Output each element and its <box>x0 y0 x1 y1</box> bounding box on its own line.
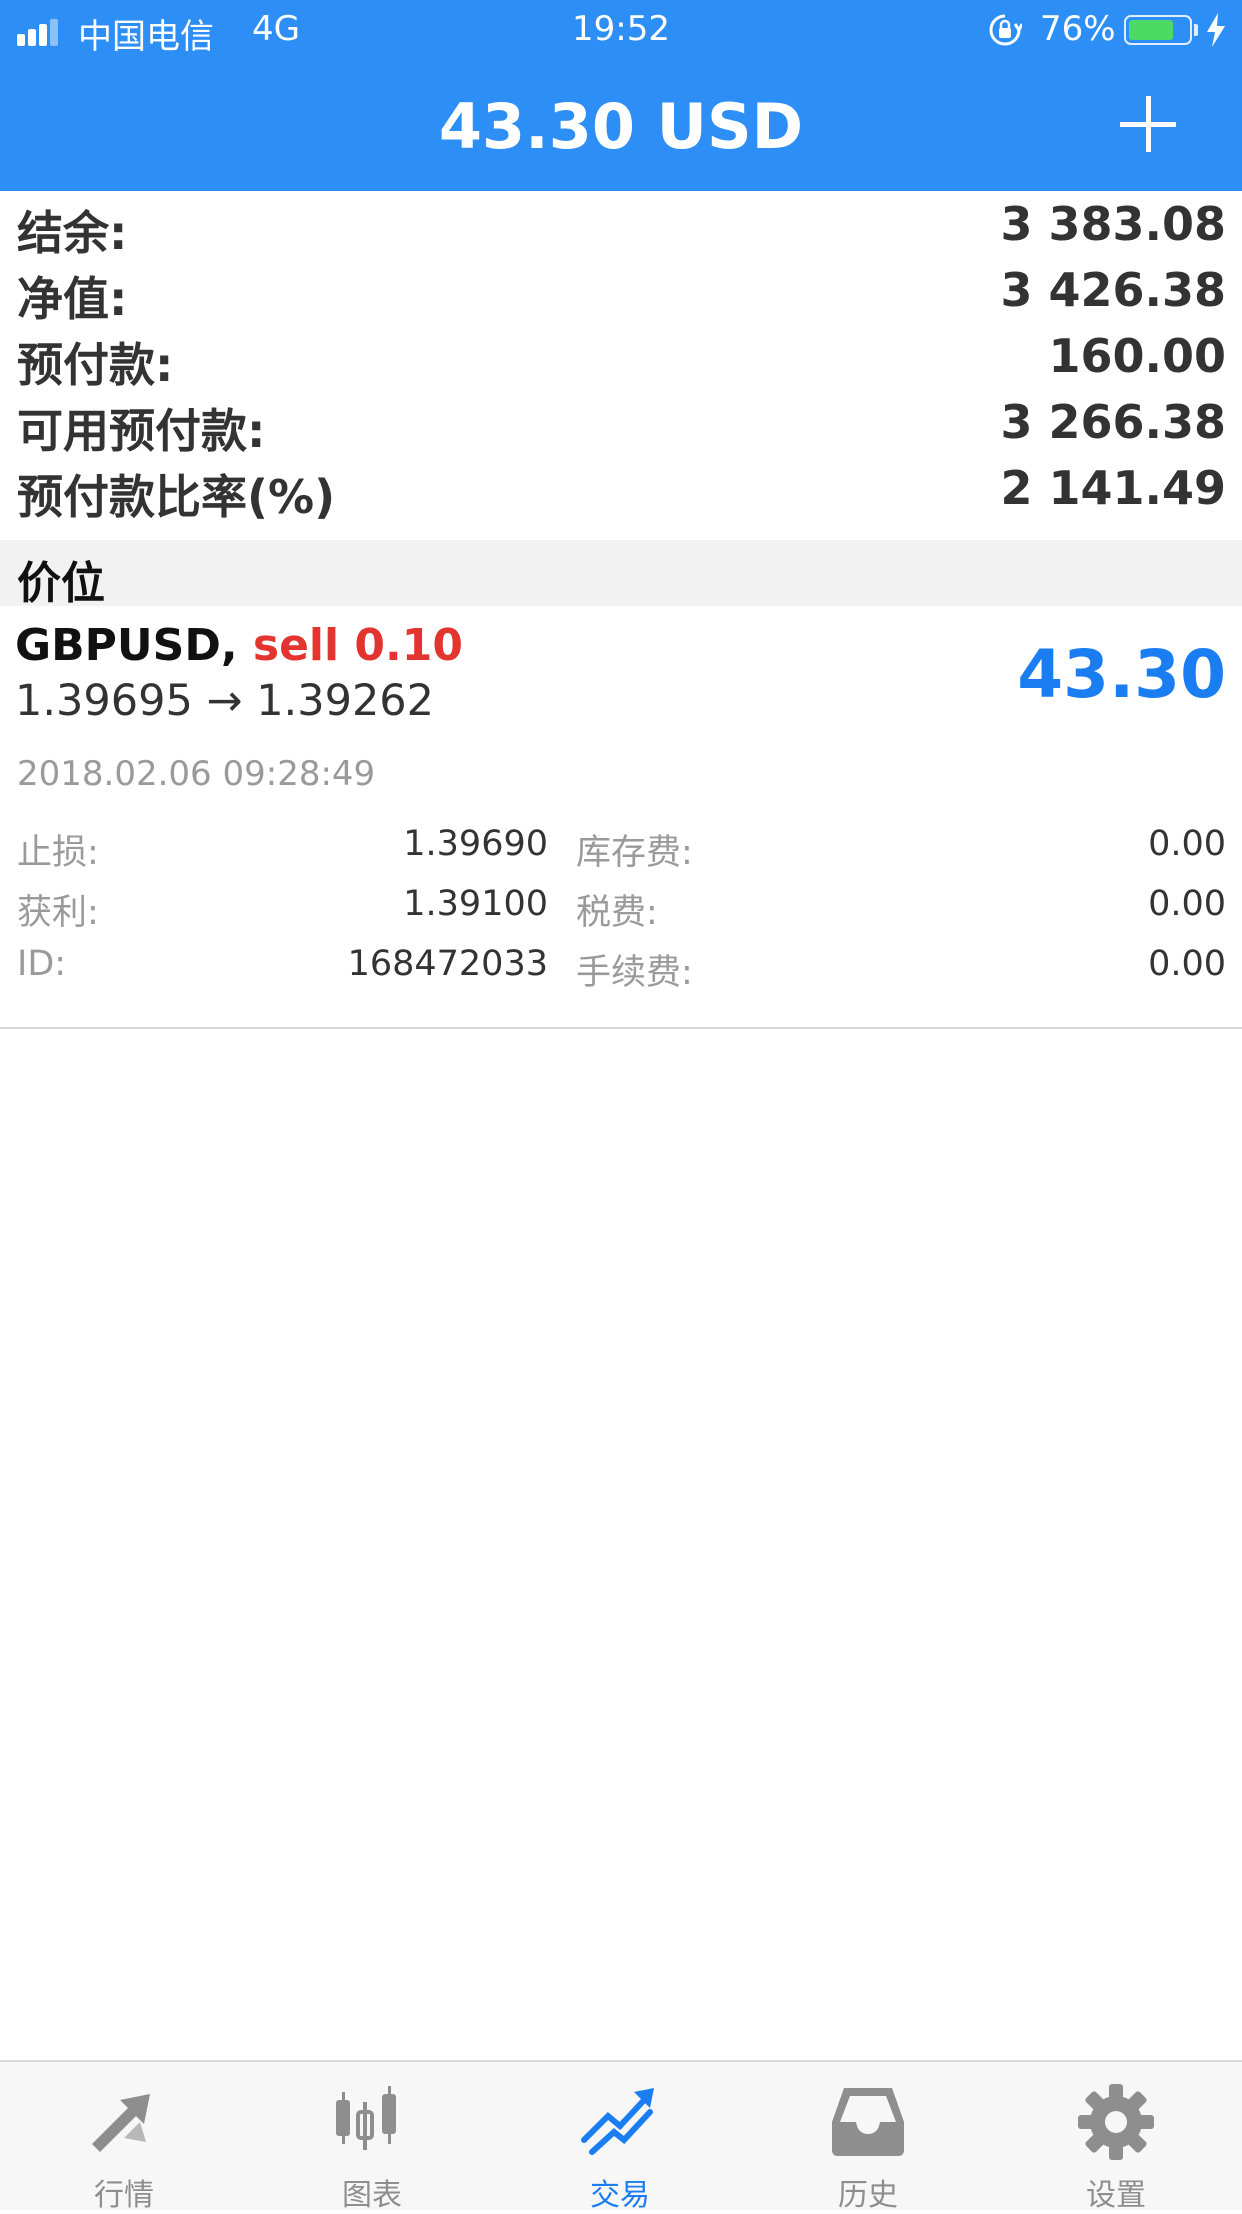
bottom-tab-bar: 行情 图表 交易 历史 设置 <box>0 2060 1242 2213</box>
charging-bolt-icon <box>1207 13 1225 47</box>
summary-label: 结余: <box>17 206 128 260</box>
tab-history[interactable]: 历史 <box>744 2062 992 2213</box>
battery-icon <box>1124 15 1192 45</box>
gear-icon <box>1078 2084 1154 2160</box>
status-bar: 中国电信 4G 19:52 76% <box>0 0 1242 62</box>
order-id-value: 168472033 <box>347 944 548 984</box>
rotation-lock-icon <box>989 14 1022 46</box>
plus-icon[interactable] <box>1118 94 1180 156</box>
tab-quotes[interactable]: 行情 <box>0 2062 248 2213</box>
position-prices: 1.39695 → 1.39262 <box>15 676 434 726</box>
position-symbol: GBPUSD, <box>15 620 238 671</box>
position-side: sell 0.10 <box>252 620 463 671</box>
summary-row-free-margin: 可用预付款: 3 266.38 <box>0 389 1242 458</box>
section-header-positions: 价位 <box>0 540 1242 609</box>
account-summary: 结余: 3 383.08 净值: 3 426.38 预付款: 160.00 可用… <box>0 191 1242 524</box>
stop-loss-label: 止损: <box>17 833 99 873</box>
stop-loss-value: 1.39690 <box>403 824 548 864</box>
quotes-arrows-icon <box>92 2094 150 2152</box>
battery-percent: 76% <box>1040 9 1116 49</box>
tab-label: 历史 <box>838 2178 898 2213</box>
swap-value: 0.00 <box>1148 824 1226 864</box>
trade-trend-icon <box>581 2088 654 2155</box>
summary-value: 3 266.38 <box>1000 395 1226 449</box>
take-profit-value: 1.39100 <box>403 884 548 924</box>
summary-value: 160.00 <box>1048 329 1226 383</box>
candlestick-chart-icon <box>336 2086 396 2150</box>
battery-cap <box>1194 24 1198 36</box>
commission-value: 0.00 <box>1148 944 1226 984</box>
summary-row-margin: 预付款: 160.00 <box>0 323 1242 392</box>
taxes-value: 0.00 <box>1148 884 1226 924</box>
page-title: 43.30 USD <box>438 90 804 163</box>
summary-label: 净值: <box>17 272 128 326</box>
tab-label: 行情 <box>94 2178 154 2213</box>
open-price: 1.39695 <box>15 676 193 726</box>
summary-value: 3 426.38 <box>1000 263 1226 317</box>
inbox-tray-icon <box>832 2088 904 2156</box>
order-id-label: ID: <box>17 944 67 984</box>
tab-label: 交易 <box>590 2178 650 2213</box>
taxes-label: 税费: <box>576 893 658 933</box>
summary-value: 3 383.08 <box>1000 197 1226 251</box>
summary-value: 2 141.49 <box>1000 461 1226 515</box>
position-profit: 43.30 <box>1017 636 1226 713</box>
summary-row-equity: 净值: 3 426.38 <box>0 257 1242 326</box>
tab-trade[interactable]: 交易 <box>496 2062 744 2213</box>
app-header: 中国电信 4G 19:52 76% 43.30 USD <box>0 0 1242 191</box>
position-symbol-line: GBPUSD, sell 0.10 <box>15 620 463 671</box>
price-arrow: → <box>206 676 243 726</box>
section-title: 价位 <box>17 558 105 609</box>
summary-row-margin-level: 预付款比率(%) 2 141.49 <box>0 455 1242 524</box>
swap-label: 库存费: <box>576 833 693 873</box>
summary-label: 可用预付款: <box>17 404 266 458</box>
tab-label: 图表 <box>342 2178 402 2213</box>
commission-label: 手续费: <box>576 953 693 993</box>
position-item[interactable]: GBPUSD, sell 0.10 1.39695 → 1.39262 43.3… <box>0 606 1242 1029</box>
tab-settings[interactable]: 设置 <box>992 2062 1240 2213</box>
summary-row-balance: 结余: 3 383.08 <box>0 191 1242 260</box>
tab-charts[interactable]: 图表 <box>248 2062 496 2213</box>
current-price: 1.39262 <box>256 676 435 726</box>
take-profit-label: 获利: <box>17 893 99 933</box>
summary-label: 预付款比率(%) <box>17 470 336 524</box>
position-open-time: 2018.02.06 09:28:49 <box>17 754 376 794</box>
battery-level <box>1129 20 1173 40</box>
tab-label: 设置 <box>1086 2178 1146 2213</box>
summary-label: 预付款: <box>17 338 174 392</box>
